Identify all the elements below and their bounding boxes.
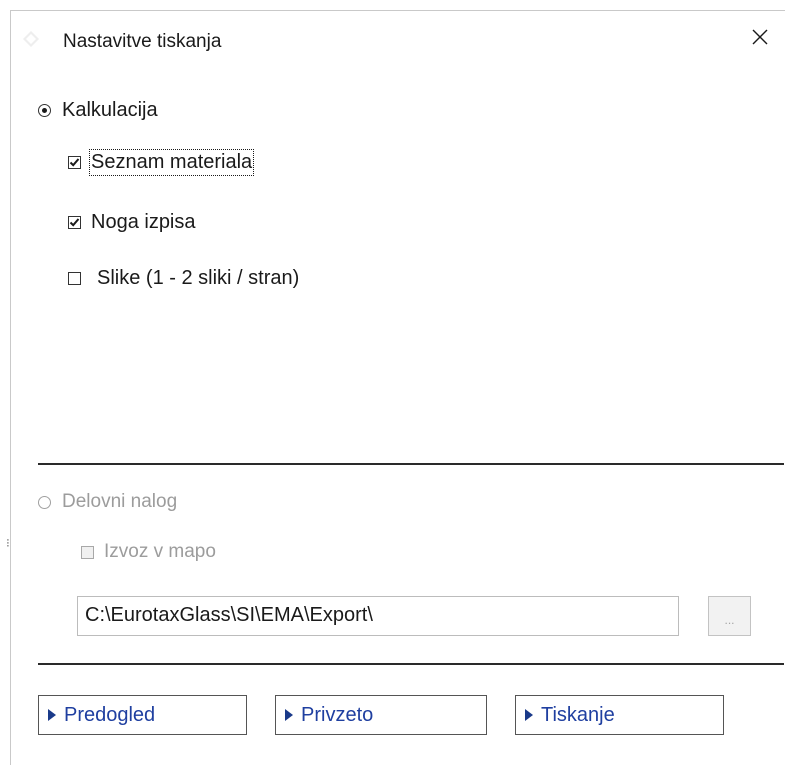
radio-kalkulacija-label: Kalkulacija bbox=[62, 99, 158, 121]
slike-label: Slike (1 - 2 sliki / stran) bbox=[97, 267, 300, 289]
checkbox-box-unchecked[interactable] bbox=[68, 272, 81, 285]
seznam-materiala-label: Seznam materiala bbox=[88, 149, 255, 176]
radio-delovni-nalog[interactable]: Delovni nalog bbox=[38, 491, 177, 513]
diamond-app-icon bbox=[23, 31, 39, 47]
checkbox-box-checked[interactable] bbox=[68, 156, 81, 169]
print-button[interactable]: Tiskanje bbox=[515, 695, 724, 735]
play-triangle-icon bbox=[285, 709, 293, 721]
preview-button[interactable]: Predogled bbox=[38, 695, 247, 735]
print-button-label: Tiskanje bbox=[541, 703, 615, 726]
play-triangle-icon bbox=[525, 709, 533, 721]
checkbox-box-disabled[interactable] bbox=[81, 545, 94, 559]
browse-button[interactable]: ... bbox=[708, 596, 751, 636]
default-button[interactable]: Privzeto bbox=[275, 695, 487, 735]
checkbox-slike[interactable]: Slike (1 - 2 sliki / stran) bbox=[68, 267, 299, 290]
default-button-label: Privzeto bbox=[301, 703, 374, 726]
checkmark-icon bbox=[69, 158, 80, 167]
radio-button-unselected[interactable] bbox=[38, 495, 51, 509]
play-triangle-icon bbox=[48, 709, 56, 721]
checkmark-icon bbox=[69, 218, 80, 227]
export-path-input[interactable]: C:\EurotaxGlass\SI\EMA\Export\ bbox=[77, 596, 679, 636]
checkbox-noga-izpisa[interactable]: Noga izpisa bbox=[68, 211, 196, 234]
checkbox-izvoz-v-mapo[interactable]: Izvoz v mapo bbox=[81, 541, 216, 563]
noga-izpisa-label: Noga izpisa bbox=[91, 211, 196, 233]
resize-grip-icon: ⁝ bbox=[6, 536, 10, 550]
radio-delovni-nalog-label: Delovni nalog bbox=[62, 491, 178, 512]
print-settings-dialog: Nastavitve tiskanja Kalkulacija Seznam m… bbox=[10, 10, 786, 765]
radio-button-selected[interactable] bbox=[38, 104, 51, 117]
preview-button-label: Predogled bbox=[64, 703, 156, 726]
title-bar: Nastavitve tiskanja bbox=[11, 11, 786, 67]
separator-bottom bbox=[38, 663, 784, 665]
dialog-title: Nastavitve tiskanja bbox=[63, 31, 222, 52]
close-button[interactable] bbox=[734, 11, 786, 63]
checkbox-box-checked[interactable] bbox=[68, 216, 81, 229]
separator-top bbox=[38, 463, 784, 465]
radio-kalkulacija[interactable]: Kalkulacija bbox=[38, 99, 158, 122]
izvoz-v-mapo-label: Izvoz v mapo bbox=[104, 541, 216, 562]
close-icon bbox=[752, 29, 768, 45]
checkbox-seznam-materiala[interactable]: Seznam materiala bbox=[68, 149, 255, 176]
